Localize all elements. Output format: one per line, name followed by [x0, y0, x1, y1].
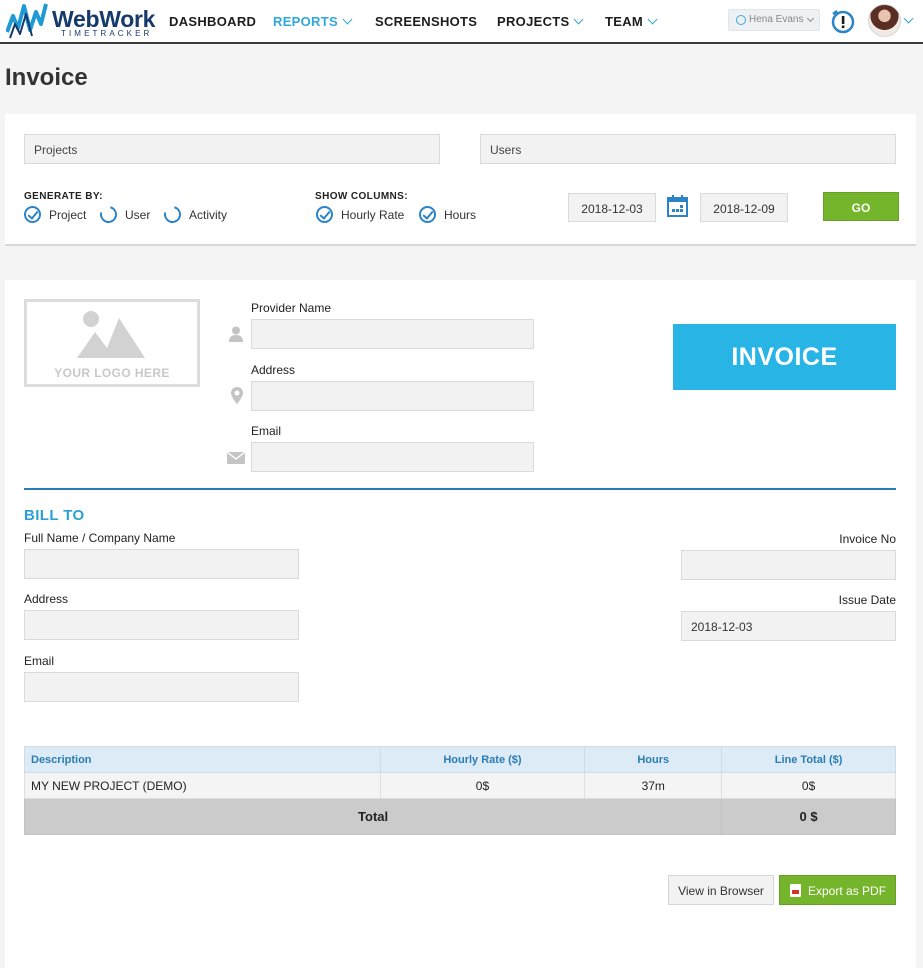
generate-by-activity[interactable]: Activity [160, 202, 228, 227]
column-header-description: Description [24, 746, 381, 773]
bill-to-email-label: Email [24, 654, 55, 668]
nav-reports[interactable]: REPORTS [273, 14, 353, 29]
user-icon [229, 326, 243, 342]
logo-placeholder-text: YOUR LOGO HERE [54, 366, 170, 380]
avatar[interactable] [868, 4, 901, 37]
show-column-hourly-rate-label: Hourly Rate [341, 207, 405, 222]
invoice-no-label: Invoice No [839, 532, 896, 546]
column-header-hours: Hours [584, 746, 723, 773]
chevron-down-icon [342, 14, 353, 25]
generate-by-project-label: Project [49, 207, 87, 222]
projects-select[interactable]: Projects [24, 134, 440, 164]
webwork-logo[interactable]: WebWork TIMETRACKER [6, 2, 156, 40]
export-pdf-button[interactable]: Export as PDF [779, 875, 896, 905]
generate-by-user-label: User [125, 207, 151, 222]
nav-team-label: TEAM [605, 14, 644, 29]
bill-to-address-input[interactable] [24, 610, 299, 640]
logo-tagline: TIMETRACKER [61, 29, 153, 38]
chevron-down-icon [574, 14, 584, 25]
search-icon [736, 15, 746, 25]
logo-upload[interactable]: YOUR LOGO HERE [24, 299, 200, 387]
calendar-icon[interactable] [667, 195, 688, 217]
generate-by-activity-label: Activity [189, 207, 228, 222]
column-header-hourly-rate: Hourly Rate ($) [379, 746, 586, 773]
show-column-hours-label: Hours [444, 207, 477, 222]
checkbox-checked-icon [24, 206, 41, 223]
total-value: 0 $ [721, 798, 896, 835]
checkbox-unchecked-icon [160, 202, 185, 227]
checkbox-checked-icon [419, 206, 436, 223]
nav-projects[interactable]: PROJECTS [497, 14, 584, 29]
export-pdf-label: Export as PDF [808, 884, 887, 898]
view-in-browser-button[interactable]: View in Browser [668, 875, 774, 905]
generate-by-project[interactable]: Project [24, 206, 86, 223]
cell-description: MY NEW PROJECT (DEMO) [24, 772, 381, 799]
image-placeholder-icon [77, 311, 145, 358]
total-row: Total 0 $ [23, 798, 896, 835]
invoice-panel: YOUR LOGO HERE Provider Name Address Ema… [5, 280, 916, 968]
invoice-table: Description Hourly Rate ($) Hours Line T… [23, 746, 896, 835]
total-label: Total [23, 798, 723, 835]
issue-date-input[interactable]: 2018-12-03 [681, 611, 896, 641]
generate-by-label: GENERATE BY: [24, 191, 103, 202]
provider-email-label: Email [251, 424, 282, 438]
issue-date-label: Issue Date [838, 593, 896, 607]
table-header-row: Description Hourly Rate ($) Hours Line T… [24, 746, 896, 773]
invoice-no-input[interactable] [681, 550, 896, 580]
provider-name-input[interactable] [251, 319, 534, 349]
logo-mark-icon [6, 3, 48, 39]
cell-hourly-rate: 0$ [379, 772, 586, 799]
provider-address-input[interactable] [251, 381, 534, 411]
filter-panel: Projects Users GENERATE BY: Project User… [5, 114, 916, 246]
date-from-input[interactable]: 2018-12-03 [568, 193, 656, 222]
timer-alert-icon[interactable] [829, 8, 857, 36]
nav-dashboard[interactable]: DASHBOARD [169, 14, 256, 29]
bill-to-heading: BILL TO [24, 507, 85, 524]
nav-screenshots-label: SCREENSHOTS [375, 14, 478, 29]
bill-to-name-input[interactable] [24, 549, 299, 579]
nav-projects-label: PROJECTS [497, 14, 570, 29]
section-divider [24, 488, 896, 490]
pdf-icon [790, 884, 801, 897]
nav-team[interactable]: TEAM [605, 14, 658, 29]
show-column-hourly-rate[interactable]: Hourly Rate [316, 206, 404, 223]
user-select-value: Hena Evans [749, 14, 804, 25]
top-navbar: WebWork TIMETRACKER DASHBOARD REPORTS SC… [0, 0, 923, 44]
users-select[interactable]: Users [480, 134, 896, 164]
nav-screenshots[interactable]: SCREENSHOTS [375, 14, 477, 29]
chevron-down-icon[interactable] [903, 13, 914, 24]
cell-line-total: 0$ [721, 772, 896, 799]
checkbox-checked-icon [316, 206, 333, 223]
invoice-badge: INVOICE [673, 324, 896, 390]
location-pin-icon [231, 387, 243, 404]
show-column-hours[interactable]: Hours [419, 206, 476, 223]
go-button[interactable]: GO [823, 192, 899, 221]
chevron-down-icon [647, 14, 658, 25]
provider-name-label: Provider Name [251, 301, 332, 315]
page-title: Invoice [5, 64, 88, 91]
provider-address-label: Address [251, 363, 296, 377]
column-header-line-total: Line Total ($) [721, 746, 896, 773]
bill-to-email-input[interactable] [24, 672, 299, 702]
chevron-down-icon [806, 14, 815, 23]
mail-icon [227, 452, 245, 464]
generate-by-user[interactable]: User [96, 202, 151, 227]
nav-reports-label: REPORTS [273, 14, 338, 29]
bill-to-address-label: Address [24, 592, 69, 606]
cell-hours: 37m [584, 772, 723, 799]
date-to-input[interactable]: 2018-12-09 [700, 193, 788, 222]
show-columns-label: SHOW COLUMNS: [315, 191, 408, 202]
table-row: MY NEW PROJECT (DEMO) 0$ 37m 0$ [24, 772, 896, 799]
bill-to-name-label: Full Name / Company Name [24, 531, 176, 545]
provider-email-input[interactable] [251, 442, 534, 472]
checkbox-unchecked-icon [96, 202, 121, 227]
user-select-dropdown[interactable]: Hena Evans [728, 9, 820, 31]
nav-dashboard-label: DASHBOARD [169, 14, 257, 29]
